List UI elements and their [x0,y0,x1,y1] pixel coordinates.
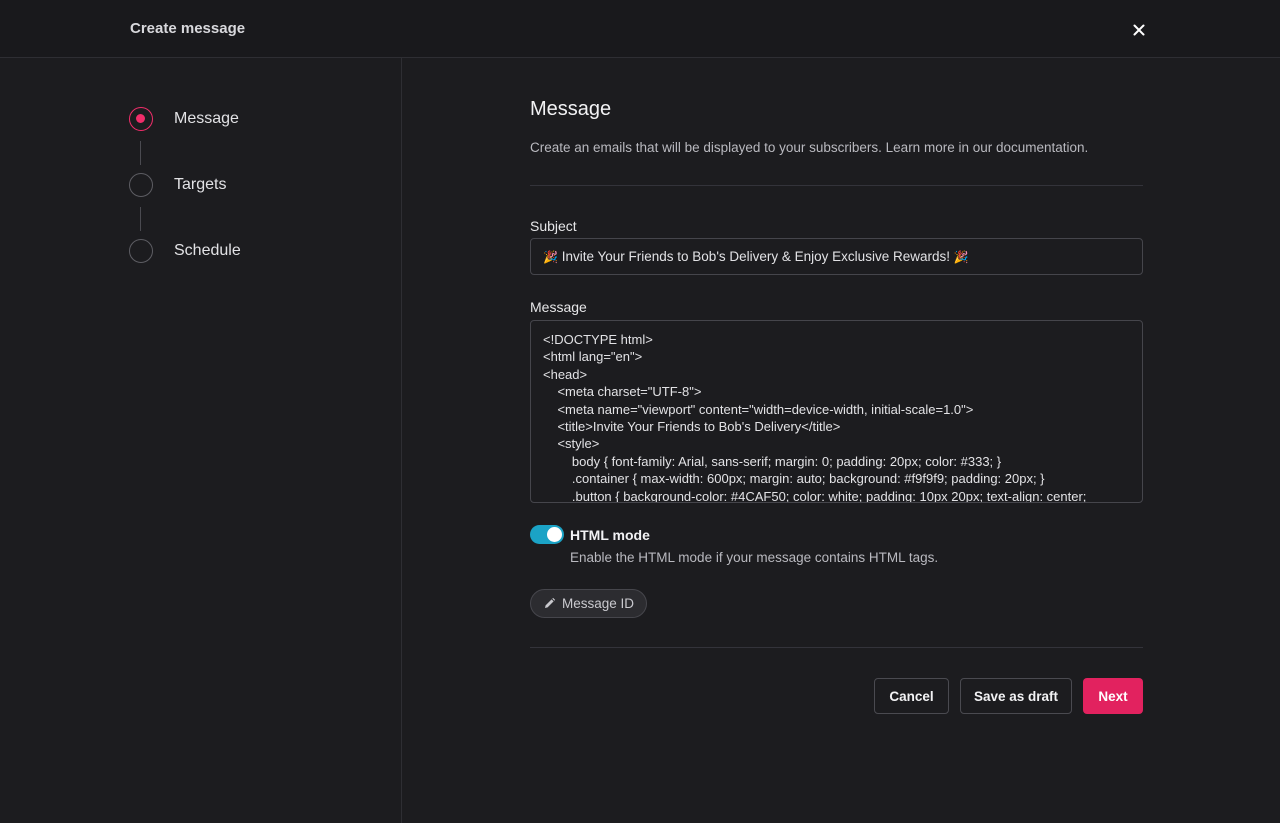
party-popper-icon: 🎉 [543,250,558,264]
message-textarea[interactable]: <!DOCTYPE html> <html lang="en"> <head> … [530,320,1143,503]
subject-label: Subject [530,218,577,234]
step-label: Targets [174,176,227,193]
stepper-sidebar: Message Targets Schedule [0,58,402,823]
step-connector [140,141,141,165]
step-indicator [129,239,153,263]
divider [530,647,1143,648]
message-id-label: Message ID [562,596,635,611]
code-line: <meta name="viewport" content="width=dev… [543,401,974,417]
close-button[interactable] [1128,19,1150,41]
message-id-button[interactable]: Message ID [530,589,648,618]
pencil-icon [545,597,556,608]
divider [530,185,1143,186]
html-mode-description: Enable the HTML mode if your message con… [570,550,939,565]
code-line: .button { background-color: #4CAF50; col… [543,488,1087,503]
step-connector [140,207,141,231]
top-bar: Create message [0,0,1280,58]
party-popper-icon: 🎉 [953,250,969,264]
subject-input[interactable]: 🎉 Invite Your Friends to Bob's Delivery … [530,238,1143,275]
step-indicator [129,173,153,197]
code-line: body { font-family: Arial, sans-serif; m… [543,453,1002,469]
step-active-indicator [129,107,153,131]
step-label: Schedule [174,242,241,259]
code-line: <html lang="en"> [543,349,643,365]
code-line: <style> [543,436,600,452]
code-line: <!DOCTYPE html> [543,332,653,347]
dialog-title: Create message [130,20,246,37]
subject-value: Invite Your Friends to Bob's Delivery & … [561,249,950,264]
code-line: <head> [543,366,588,382]
html-mode-toggle[interactable] [530,525,564,544]
save-draft-button[interactable]: Save as draft [960,678,1072,714]
toggle-knob [547,527,562,542]
cancel-button[interactable]: Cancel [874,678,949,714]
close-icon [1133,24,1145,36]
next-button[interactable]: Next [1083,678,1143,714]
html-mode-title: HTML mode [570,527,650,543]
step-label: Message [174,110,239,127]
code-line: .container { max-width: 600px; margin: a… [543,471,1045,487]
message-label: Message [530,299,587,315]
message-form: Message Create an emails that will be di… [403,58,1280,823]
code-line: <meta charset="UTF-8"> [543,384,702,400]
code-line: <title>Invite Your Friends to Bob's Deli… [543,419,841,435]
section-description: Create an emails that will be displayed … [530,140,1089,155]
section-heading: Message [530,98,612,120]
